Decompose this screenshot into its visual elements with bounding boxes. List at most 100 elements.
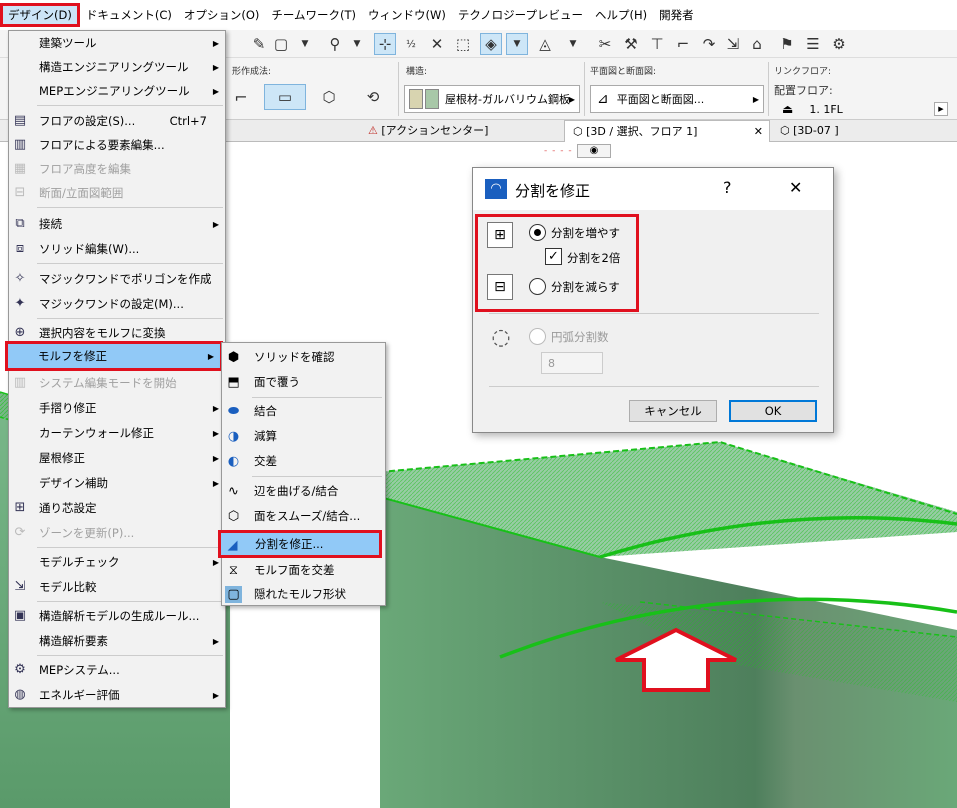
menu-item-label: MEPシステム...: [39, 663, 120, 677]
submenu-item-cover-with-faces[interactable]: ⬒ 面で覆う: [222, 370, 385, 394]
structure-selector[interactable]: 屋根材-ガルバリウム鋼板 ▶: [404, 85, 580, 113]
submenu-item-modify-segmentation[interactable]: ◢ 分割を修正...: [218, 530, 382, 558]
tab-3d-view[interactable]: ⬡ [3D / 選択、フロア 1] ✕: [564, 120, 770, 142]
close-icon[interactable]: ✕: [754, 121, 763, 143]
resize-icon[interactable]: ⇲: [722, 33, 744, 55]
cube-select-icon[interactable]: ◈: [480, 33, 502, 55]
settings-sheet-icon[interactable]: ⚙: [828, 33, 850, 55]
menu-item-magic-wand-polygon[interactable]: ✧ マジックワンドでポリゴンを作成: [9, 267, 225, 291]
menu-window[interactable]: ウィンドウ(W): [362, 3, 452, 27]
solid-edit-icon: ⧈: [15, 241, 25, 256]
submenu-item-intersect[interactable]: ◐ 交差: [222, 449, 385, 473]
menu-design[interactable]: デザイン(D): [0, 3, 80, 27]
curve-arrow-icon[interactable]: ↷: [698, 33, 720, 55]
menu-item-section-range[interactable]: ⊟ 断面/立面図範囲: [9, 181, 225, 205]
menu-item-energy-evaluation[interactable]: ◍ エネルギー評価 ▶: [9, 683, 225, 707]
cross-icon[interactable]: ✕: [426, 33, 448, 55]
menu-item-edit-floor-height[interactable]: ▦ フロア高度を編集: [9, 157, 225, 181]
list-flag-icon[interactable]: ☰: [802, 33, 824, 55]
scissors-icon[interactable]: ✂: [594, 33, 616, 55]
menu-item-label: 手摺り修正: [39, 401, 97, 415]
menu-document[interactable]: ドキュメント(C): [80, 3, 178, 27]
menu-item-architecture-tools[interactable]: 建築ツール ▶: [9, 31, 225, 55]
close-icon[interactable]: ✕: [789, 178, 802, 197]
menu-help[interactable]: ヘルプ(H): [589, 3, 653, 27]
dialog-title: 分割を修正: [515, 182, 591, 200]
wrench-icon[interactable]: ⚒: [620, 33, 642, 55]
menu-options[interactable]: オプション(O): [178, 3, 266, 27]
menu-teamwork[interactable]: チームワーク(T): [265, 3, 362, 27]
submenu-item-curve-merge-edges[interactable]: ∿ 辺を曲げる/結合: [222, 479, 385, 503]
menu-item-structural-analysis-elements[interactable]: 構造解析要素 ▶: [9, 629, 225, 653]
decrease-segments-radio[interactable]: [529, 278, 546, 295]
dropdown-arrow-icon[interactable]: ▼: [506, 33, 528, 55]
box-shape-icon[interactable]: ▭: [264, 84, 306, 110]
submenu-item-check-solid[interactable]: ⬢ ソリッドを確認: [222, 345, 385, 369]
flag-icon[interactable]: ⚑: [776, 33, 798, 55]
menu-item-label: デザイン補助: [39, 476, 108, 490]
material-swatch-icon: [425, 89, 439, 109]
menu-item-structural-tools[interactable]: 構造エンジニアリングツール ▶: [9, 55, 225, 79]
increase-segments-label: 分割を増やす: [551, 226, 620, 240]
dropdown-arrow-icon[interactable]: ▼: [294, 33, 316, 55]
lock-icon[interactable]: ⚲: [324, 33, 346, 55]
corner-icon[interactable]: ⌐: [672, 33, 694, 55]
elevation-icon[interactable]: ⊤: [646, 33, 668, 55]
menu-item-curtain-wall-modify[interactable]: カーテンウォール修正 ▶: [9, 421, 225, 445]
ok-button[interactable]: OK: [729, 400, 817, 422]
tab-action-center[interactable]: ⚠ [アクションセンター]: [360, 120, 496, 142]
menu-item-edit-by-floor[interactable]: ▥ フロアによる要素編集...: [9, 133, 225, 157]
chevron-right-icon[interactable]: ▶: [934, 102, 948, 116]
dimension-icon[interactable]: ½: [400, 33, 422, 55]
home-floor-selector[interactable]: ⏏ 1. 1FL ▶: [782, 100, 952, 118]
cancel-button[interactable]: キャンセル: [629, 400, 717, 422]
check-solid-icon: ⬢: [227, 350, 240, 365]
menu-item-railing-modify[interactable]: 手摺り修正 ▶: [9, 396, 225, 420]
menu-item-system-edit-mode[interactable]: ▥ システム編集モードを開始: [9, 371, 225, 395]
help-button[interactable]: ?: [723, 178, 732, 197]
submenu-item-intersect-morph-faces[interactable]: ⧖ モルフ面を交差: [222, 558, 385, 582]
arc-segments-radio[interactable]: [529, 328, 546, 345]
dropdown-arrow-icon[interactable]: ▼: [562, 33, 584, 55]
menu-item-model-compare[interactable]: ⇲ モデル比較: [9, 575, 225, 599]
menu-item-solid-edit[interactable]: ⧈ ソリッド編集(W)...: [9, 237, 225, 261]
menu-item-design-aids[interactable]: デザイン補助 ▶: [9, 471, 225, 495]
menu-item-update-zones[interactable]: ⟳ ゾーンを更新(P)...: [9, 521, 225, 545]
submenu-item-union[interactable]: ⬬ 結合: [222, 399, 385, 423]
dropdown-arrow-icon[interactable]: ▼: [346, 33, 368, 55]
snap-grid-icon[interactable]: ⊹: [374, 33, 396, 55]
grid-settings-icon: ⊞: [14, 500, 26, 515]
polygon-icon[interactable]: ◬: [534, 33, 556, 55]
menu-item-label: システム編集モードを開始: [39, 376, 177, 390]
house-icon[interactable]: ⌂: [746, 33, 768, 55]
menu-item-magic-wand-settings[interactable]: ✦ マジックワンドの設定(M)...: [9, 292, 225, 316]
tab-3d-07[interactable]: ⬡ [3D-07 ]: [772, 120, 847, 142]
submenu-item-hidden-morph-geometry[interactable]: ▢ 隠れたモルフ形状: [222, 582, 385, 606]
menu-item-structural-analysis-rules[interactable]: ▣ 構造解析モデルの生成ルール...: [9, 604, 225, 628]
pen-icon[interactable]: ✎: [248, 33, 270, 55]
menu-item-model-check[interactable]: モデルチェック ▶: [9, 550, 225, 574]
plan-section-button[interactable]: ⊿ 平面図と断面図... ▶: [590, 85, 764, 113]
submenu-item-subtract[interactable]: ◑ 減算: [222, 424, 385, 448]
rectangle-icon[interactable]: ▢: [270, 33, 292, 55]
menu-item-mep-tools[interactable]: MEPエンジニアリングツール ▶: [9, 79, 225, 103]
revolve-shape-icon[interactable]: ⟲: [362, 86, 384, 108]
increase-segments-radio[interactable]: [529, 224, 546, 241]
menu-item-grid-settings[interactable]: ⊞ 通り芯設定: [9, 496, 225, 520]
prism-shape-icon[interactable]: ⬡: [318, 86, 340, 108]
menu-item-modify-morph[interactable]: モルフを修正 ▶: [5, 341, 223, 371]
menu-item-mep-system[interactable]: ⚙ MEPシステム...: [9, 658, 225, 682]
menu-item-floor-settings[interactable]: ▤ フロアの設定(S)... Ctrl+7: [9, 109, 225, 133]
modify-morph-submenu: ⬢ ソリッドを確認 ⬒ 面で覆う ⬬ 結合 ◑ 減算 ◐ 交差 ∿ 辺を曲げる/…: [218, 342, 386, 606]
arc-segments-input[interactable]: 8: [541, 352, 603, 374]
menu-item-label: モルフを修正: [38, 349, 107, 363]
double-checkbox[interactable]: ✓: [545, 248, 562, 265]
line-shape-icon[interactable]: ⌐: [230, 86, 252, 108]
menu-item-roof-modify[interactable]: 屋根修正 ▶: [9, 446, 225, 470]
select-frame-icon[interactable]: ⬚: [452, 33, 474, 55]
menu-developer[interactable]: 開発者: [653, 3, 700, 27]
menu-item-label: 断面/立面図範囲: [39, 186, 124, 200]
menu-technology-preview[interactable]: テクノロジープレビュー: [452, 3, 589, 27]
submenu-item-smooth-merge-faces[interactable]: ⬡ 面をスムーズ/結合...: [222, 504, 385, 528]
menu-item-connect[interactable]: ⧉ 接続 ▶: [9, 212, 225, 236]
